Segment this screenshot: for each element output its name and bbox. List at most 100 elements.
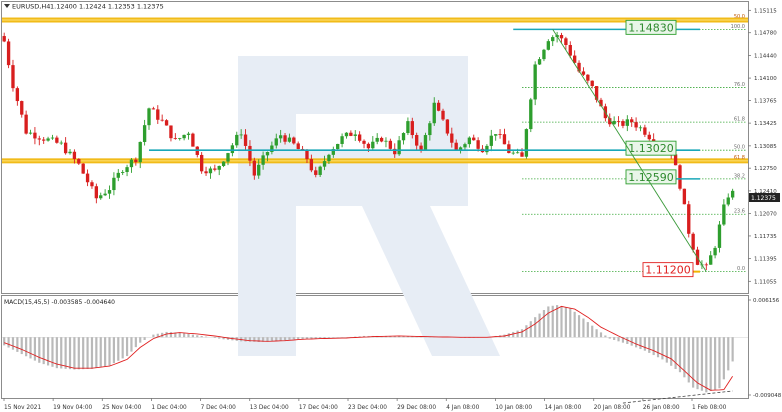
candle-body [353,134,357,136]
candle-body [463,144,467,148]
candle-body [371,141,375,149]
candle-body [20,101,24,115]
candle-body [50,137,55,139]
macd-tick-label: 0.006156 [753,298,780,304]
candle-body [507,144,511,154]
time-axis: 15 Nov 2021 19 Nov 04:00 25 Nov 04:00 1 Dec… [3,398,727,411]
price-tick-label: 1.11055 [754,279,777,285]
candle-body [366,143,371,149]
candle-body [709,255,713,265]
candle-body [410,121,414,136]
candle-body [134,159,138,163]
candle-body [362,140,366,144]
candle-body [428,123,432,136]
candle-body [283,135,287,142]
candle-body [15,88,20,102]
candle-body [94,186,99,199]
candle-body [678,165,682,189]
candle-body [270,145,274,152]
candle-body [156,109,160,120]
time-tick-label: 7 Dec 04:00 [201,405,237,411]
time-tick-label: 1 Dec 04:00 [151,405,187,411]
candle-body [502,134,507,145]
candle-body [529,99,533,130]
candle-body [568,44,572,56]
price-tick-label: 1.11395 [754,257,777,263]
time-tick-label: 4 Jan 08:00 [446,405,479,411]
candle-body [638,127,643,129]
ohlc-label: 1.12400 1.12424 1.12353 1.12375 [50,3,164,11]
candle-body [730,190,735,198]
candle-body [28,132,33,134]
candle-body [634,122,638,128]
candle-body [401,133,406,141]
candle-body [691,233,695,250]
key-level-label: 1.11200 [645,264,691,277]
candle-body [630,119,634,123]
candle-body [121,172,125,173]
time-tick-label: 15 Nov 2021 [4,405,41,411]
candle-body [472,137,476,141]
candle-body [494,134,498,136]
candle-body [432,102,436,124]
candle-body [436,102,441,111]
candle-body [235,134,239,146]
candle-body [327,154,331,162]
time-tick-label: 25 Nov 04:00 [102,405,141,411]
candle-body [186,133,191,135]
candle-body [590,80,594,87]
candle-body [647,134,651,140]
candle-body [406,121,410,134]
candle-body [419,145,423,150]
candle-body [59,142,63,144]
fib-level-label: 61.8 [734,117,745,123]
candle-body [164,120,169,126]
candle-body [274,138,278,146]
candle-body [208,168,213,174]
candle-body [6,41,11,66]
fib-level-label: 100.0 [731,24,745,30]
candle-body [33,132,37,139]
candle-body [340,136,344,144]
price-axis: 1.15115 1.14780 1.14440 1.14100 1.13765 1.134… [748,8,777,285]
time-tick-label: 13 Dec 04:00 [250,405,289,411]
candle-body [581,71,586,75]
candle-body [191,133,195,147]
candle-body [296,143,300,150]
candle-body [713,247,717,256]
price-tick-label: 1.13765 [754,98,777,104]
candle-body [559,35,564,39]
candle-body [726,197,730,205]
candle-body [322,161,327,167]
candle-body [357,134,362,141]
price-tick-label: 1.14780 [754,31,777,37]
candle-body [226,153,230,162]
candle-body [199,154,204,172]
time-tick-label: 26 Jan 08:00 [643,405,680,411]
candle-body [151,108,156,110]
candle-body [704,264,708,266]
candle-body [63,142,68,154]
time-tick-label: 20 Jan 08:00 [594,405,631,411]
candle-body [336,143,340,150]
candle-body [546,41,551,50]
price-tick-label: 1.14100 [754,76,777,82]
fib-level-label: 50.0 [734,145,745,151]
fib-level-label: 0.0 [737,266,745,272]
candle-body [243,134,248,146]
candle-body [441,110,445,120]
candle-body [344,132,349,137]
time-tick-label: 23 Dec 04:00 [348,405,387,411]
candle-body [2,36,6,42]
candle-body [621,121,625,126]
candle-body [129,159,134,168]
candle-body [292,137,296,144]
candle-body [415,135,419,146]
candle-body [90,182,94,187]
candle-body [687,204,691,234]
candle-body [305,150,309,160]
candle-body [160,119,164,121]
candle-body [287,137,292,142]
candle-body [112,177,116,191]
symbol-label: EURUSD,H4 [12,3,50,11]
